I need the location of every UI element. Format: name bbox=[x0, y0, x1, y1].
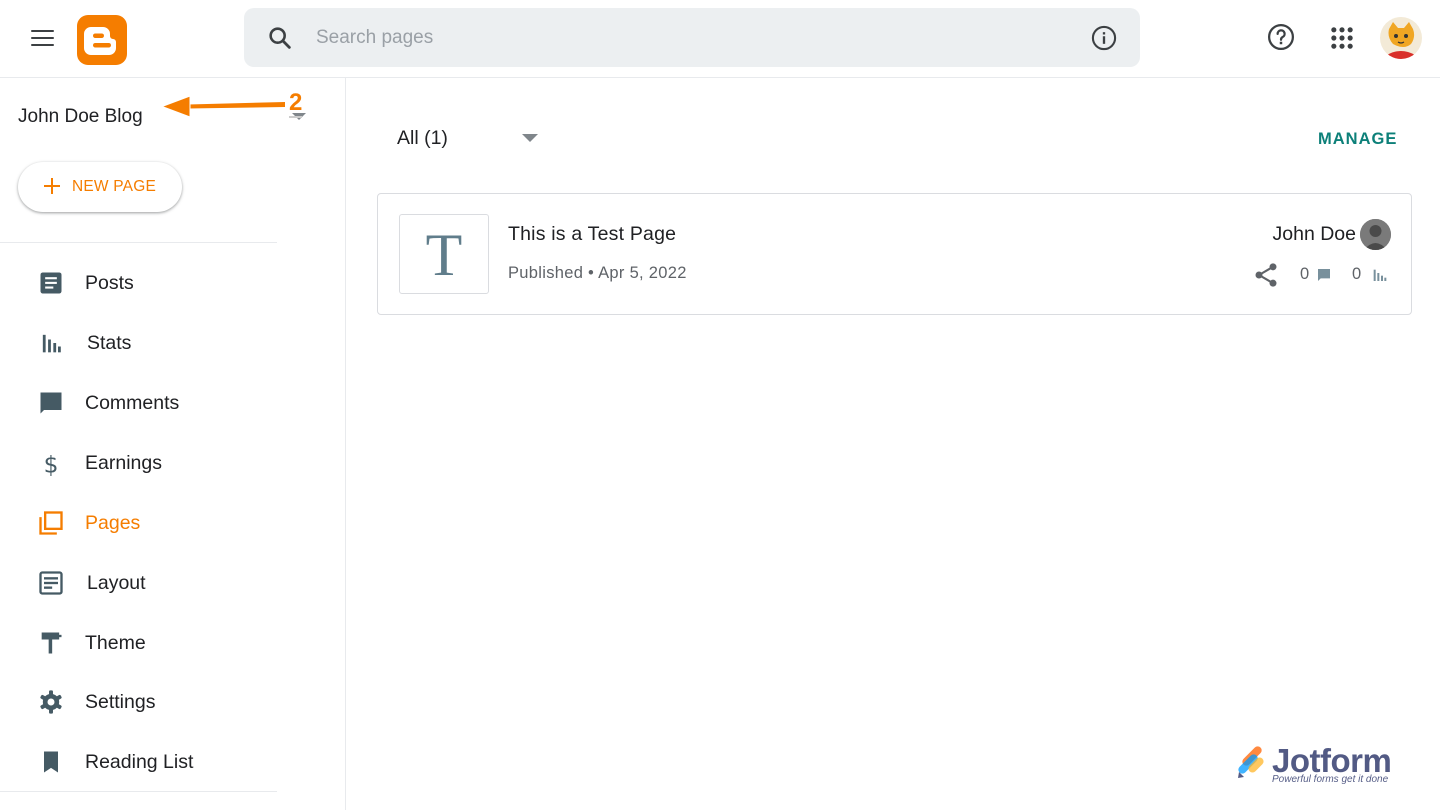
sidebar-item-theme[interactable]: Theme bbox=[0, 615, 330, 671]
account-avatar[interactable] bbox=[1380, 17, 1422, 59]
callout-arrow bbox=[160, 88, 310, 122]
jotform-tagline: Powerful forms get it done bbox=[1272, 774, 1389, 785]
top-app-bar bbox=[0, 0, 1440, 78]
new-page-button[interactable]: NEW PAGE bbox=[18, 162, 182, 212]
gear-icon bbox=[37, 688, 65, 716]
view-count: 0 bbox=[1352, 265, 1362, 283]
sidebar-item-pages[interactable]: Pages bbox=[0, 495, 330, 551]
sidebar-item-label: Settings bbox=[85, 691, 156, 713]
stats-icon bbox=[37, 329, 65, 357]
sidebar-item-reading-list[interactable]: Reading List bbox=[0, 734, 330, 790]
page-title[interactable]: This is a Test Page bbox=[508, 223, 676, 246]
jotform-logo-icon bbox=[1236, 746, 1272, 780]
share-icon[interactable] bbox=[1252, 261, 1280, 289]
thumbnail-letter: T bbox=[425, 222, 463, 288]
manage-button[interactable]: MANAGE bbox=[1318, 130, 1397, 149]
author-avatar bbox=[1360, 219, 1391, 250]
filter-dropdown-icon[interactable] bbox=[522, 134, 538, 142]
comments-icon bbox=[37, 389, 65, 417]
sidebar-item-comments[interactable]: Comments bbox=[0, 375, 330, 431]
pages-icon bbox=[37, 509, 65, 537]
earnings-icon: $ bbox=[37, 449, 65, 478]
layout-icon bbox=[37, 569, 65, 597]
sidebar-item-label: Posts bbox=[85, 272, 134, 294]
menu-icon[interactable] bbox=[22, 20, 62, 56]
svg-text:$: $ bbox=[44, 450, 59, 477]
theme-icon bbox=[37, 629, 65, 657]
author-name: John Doe bbox=[1272, 223, 1356, 245]
sidebar: John Doe Blog NEW PAGE Posts Stats Comme… bbox=[0, 78, 346, 810]
sidebar-item-layout[interactable]: Layout bbox=[0, 555, 330, 611]
blogger-logo[interactable] bbox=[77, 15, 127, 65]
plus-icon bbox=[41, 175, 63, 197]
sidebar-item-posts[interactable]: Posts bbox=[0, 255, 330, 311]
info-icon[interactable] bbox=[1090, 24, 1118, 52]
search-input[interactable] bbox=[316, 22, 1056, 54]
sidebar-item-label: Comments bbox=[85, 392, 180, 414]
posts-icon bbox=[37, 269, 65, 297]
jotform-watermark: Jotform Powerful forms get it done bbox=[1236, 742, 1416, 790]
sidebar-item-earnings[interactable]: $ Earnings bbox=[0, 435, 330, 491]
page-list-item[interactable]: T This is a Test Page Published • Apr 5,… bbox=[377, 193, 1412, 315]
stats-icon bbox=[1371, 267, 1387, 283]
page-thumbnail: T bbox=[399, 214, 489, 294]
comment-count: 0 bbox=[1300, 265, 1310, 283]
sidebar-item-label: Pages bbox=[85, 512, 141, 534]
sidebar-item-label: Reading List bbox=[85, 751, 194, 773]
sidebar-item-settings[interactable]: Settings bbox=[0, 674, 330, 730]
callout-step-number: 2 bbox=[289, 89, 303, 118]
blog-name[interactable]: John Doe Blog bbox=[18, 106, 143, 128]
page-status-date: Published • Apr 5, 2022 bbox=[508, 264, 687, 282]
sidebar-item-label: Earnings bbox=[85, 452, 162, 474]
search-icon[interactable] bbox=[266, 24, 294, 52]
sidebar-item-label: Stats bbox=[87, 332, 132, 354]
comment-icon bbox=[1316, 267, 1332, 283]
sidebar-divider bbox=[0, 791, 277, 792]
page-filter-label[interactable]: All (1) bbox=[397, 127, 448, 150]
help-icon[interactable] bbox=[1266, 22, 1296, 52]
sidebar-item-label: Theme bbox=[85, 632, 146, 654]
sidebar-item-stats[interactable]: Stats bbox=[0, 315, 330, 371]
new-page-label: NEW PAGE bbox=[72, 178, 156, 195]
apps-grid-icon[interactable] bbox=[1328, 24, 1356, 52]
bookmark-icon bbox=[37, 748, 65, 776]
sidebar-divider bbox=[0, 242, 277, 243]
sidebar-item-label: Layout bbox=[87, 572, 146, 594]
